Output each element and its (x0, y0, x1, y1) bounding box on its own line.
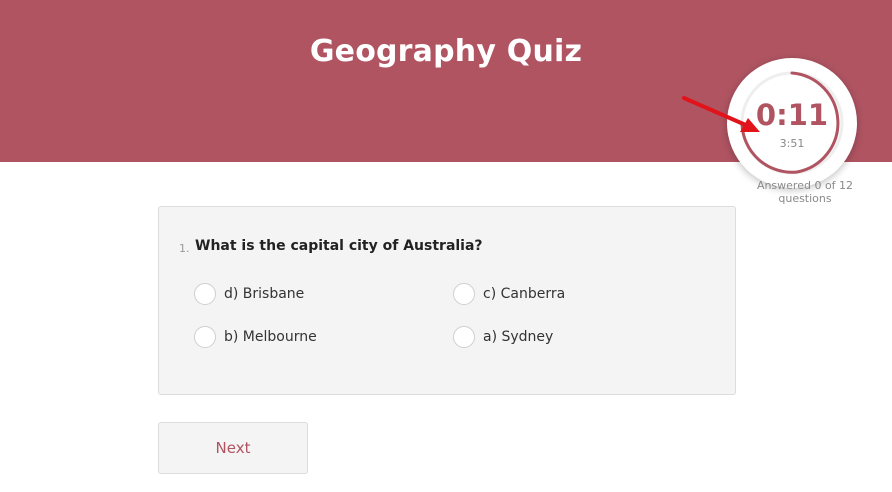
option-label: a) Sydney (483, 329, 554, 345)
question-card: 1. What is the capital city of Australia… (158, 206, 736, 395)
option-canberra[interactable]: c) Canberra (453, 283, 565, 305)
option-sydney[interactable]: a) Sydney (453, 326, 553, 348)
option-melbourne[interactable]: b) Melbourne (194, 326, 317, 348)
option-label: b) Melbourne (224, 329, 317, 345)
question-number: 1. (179, 242, 190, 255)
option-label: d) Brisbane (224, 286, 305, 302)
radio-button[interactable] (194, 283, 216, 305)
progress-text: Answered 0 of 12 questions (756, 179, 854, 205)
radio-button[interactable] (194, 326, 216, 348)
radio-button[interactable] (453, 326, 475, 348)
option-label: c) Canberra (483, 286, 566, 302)
next-button[interactable]: Next (158, 422, 308, 474)
question-text: What is the capital city of Australia? (195, 238, 483, 254)
option-brisbane[interactable]: d) Brisbane (194, 283, 304, 305)
red-arrow-icon (682, 96, 760, 132)
radio-button[interactable] (453, 283, 475, 305)
